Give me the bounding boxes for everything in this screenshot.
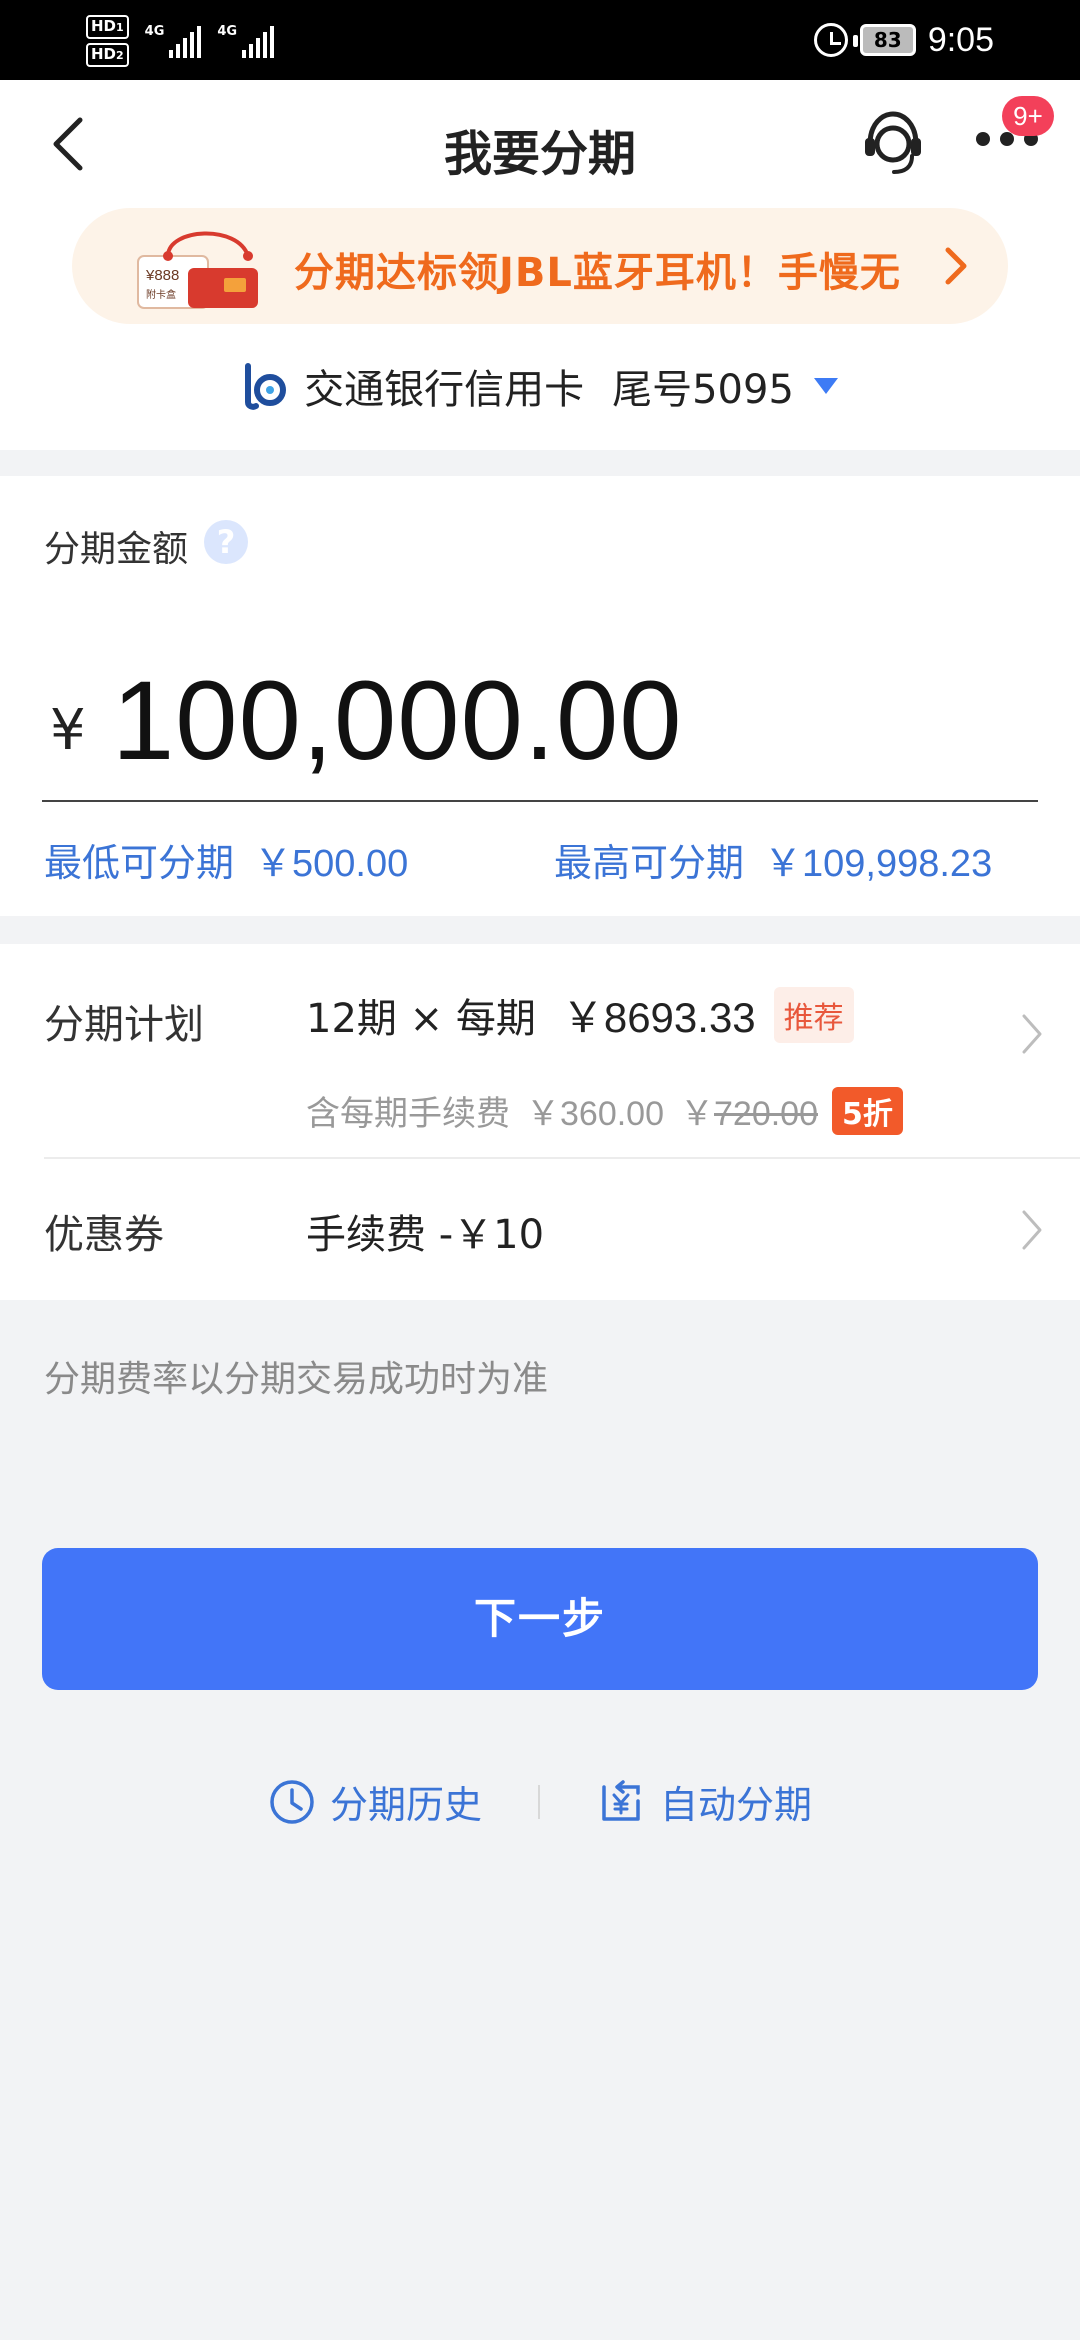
min-amount[interactable]: 最低可分期 ￥500.00 xyxy=(44,832,408,887)
chevron-right-icon xyxy=(945,247,967,285)
dropdown-triangle-icon xyxy=(813,378,838,394)
currency-symbol: ¥ xyxy=(50,698,86,763)
auto-installment-label: 自动分期 xyxy=(660,1783,813,1827)
hd1-icon: HD1 xyxy=(86,15,129,39)
fee-value: ￥360.00 xyxy=(526,1095,664,1133)
hd-indicators: HD1 HD2 xyxy=(86,15,129,67)
signal-2-icon: 4G xyxy=(217,24,275,58)
promo-img-price: ¥888 xyxy=(145,267,179,284)
plan-row[interactable]: 12期 × 每期 ￥8693.33 推荐 xyxy=(306,984,854,1045)
status-bar: HD1 HD2 4G 4G 83 9:05 xyxy=(0,0,1080,80)
fee-label: 含每期手续费 xyxy=(306,1094,510,1134)
customer-service-icon[interactable] xyxy=(862,110,924,176)
bank-logo-icon xyxy=(245,363,287,410)
card-suffix: 尾号5095 xyxy=(612,367,794,413)
status-right: 83 9:05 xyxy=(813,14,994,66)
battery-icon: 83 xyxy=(852,24,916,56)
status-left: HD1 HD2 4G 4G xyxy=(86,12,275,70)
coupon-label: 优惠券 xyxy=(44,1212,164,1258)
amount-input[interactable]: 100,000.00 xyxy=(112,656,683,785)
plan-label: 分期计划 xyxy=(44,1002,204,1048)
bottom-links: 分期历史 自动分期 xyxy=(0,1774,1080,1829)
hd2-icon: HD2 xyxy=(86,43,129,67)
alarm-icon xyxy=(813,23,848,57)
card-selector[interactable]: 交通银行信用卡 尾号5095 xyxy=(0,356,1080,416)
headphone-gift-icon: ¥888 附卡盒 xyxy=(137,231,258,309)
history-label: 分期历史 xyxy=(329,1783,482,1827)
coupon-value[interactable]: 手续费 -￥10 xyxy=(306,1202,544,1260)
promo-banner[interactable]: ¥888 附卡盒 分期达标领JBL蓝牙耳机！手慢无 xyxy=(72,208,1008,324)
bank-name: 交通银行信用卡 xyxy=(304,367,585,413)
plan-fee-row: 含每期手续费 ￥360.00 ￥720.00 5折 xyxy=(306,1086,903,1135)
min-label: 最低可分期 xyxy=(44,841,235,885)
auto-installment-link[interactable]: 自动分期 xyxy=(596,1774,812,1829)
promo-img-note: 附卡盒 xyxy=(146,288,176,301)
plan-chevron-right-icon[interactable] xyxy=(1020,1012,1044,1056)
amount-section: 分期金额 ? ¥ 100,000.00 最低可分期 ￥500.00 最高可分期 ￥1… xyxy=(0,476,1080,916)
max-label: 最高可分期 xyxy=(554,841,745,885)
recommend-tag: 推荐 xyxy=(773,986,854,1043)
clock: 9:05 xyxy=(927,20,994,59)
divider xyxy=(44,1157,1080,1159)
history-link[interactable]: 分期历史 xyxy=(268,1774,482,1829)
discount-tag: 5折 xyxy=(832,1086,903,1135)
max-amount[interactable]: 最高可分期 ￥109,998.23 xyxy=(554,832,992,887)
clock-icon xyxy=(270,1779,314,1824)
coupon-chevron-right-icon[interactable] xyxy=(1020,1208,1044,1252)
amount-label: 分期金额 xyxy=(44,529,189,570)
original-fee: ￥720.00 xyxy=(680,1095,818,1133)
min-value: ￥500.00 xyxy=(254,843,409,885)
help-icon[interactable]: ? xyxy=(204,520,248,564)
promo-text: 分期达标领JBL蓝牙耳机！手慢无 xyxy=(294,250,901,296)
amount-underline xyxy=(42,800,1038,802)
link-separator xyxy=(538,1784,540,1819)
next-step-button[interactable]: 下一步 xyxy=(42,1548,1038,1690)
notification-badge: 9+ xyxy=(1002,96,1054,136)
signal-1-icon: 4G xyxy=(145,24,202,58)
plan-section: 分期计划 12期 × 每期 ￥8693.33 推荐 含每期手续费 ￥360.00… xyxy=(0,944,1080,1300)
plan-periods: 12期 × 每期 xyxy=(306,995,536,1042)
plan-per-period: ￥8693.33 xyxy=(561,994,756,1041)
auto-installment-icon xyxy=(602,1779,640,1821)
max-value: ￥109,998.23 xyxy=(764,843,993,885)
rate-note: 分期费率以分期交易成功时为准 xyxy=(44,1359,549,1400)
